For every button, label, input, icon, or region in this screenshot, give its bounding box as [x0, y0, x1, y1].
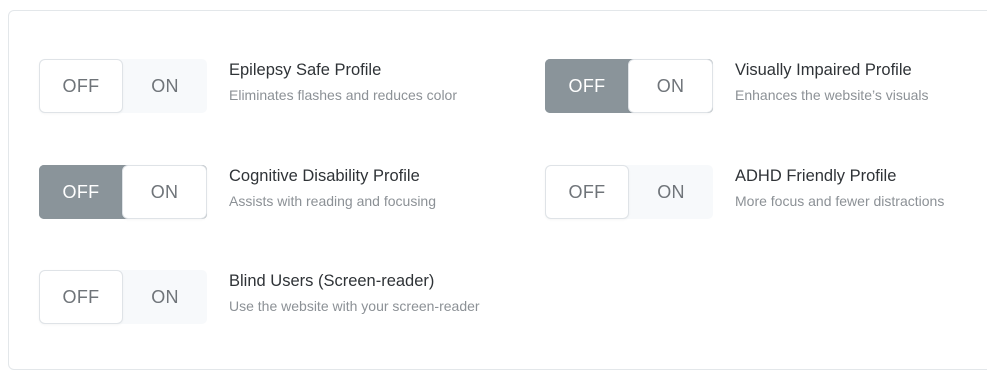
- profile-description: Enhances the website’s visuals: [735, 87, 929, 103]
- profile-description: Use the website with your screen-reader: [229, 298, 480, 314]
- visually-impaired-toggle[interactable]: OFF ON: [545, 59, 713, 113]
- cognitive-disability-on-button[interactable]: ON: [122, 165, 207, 219]
- profile-description: More focus and fewer distractions: [735, 193, 945, 209]
- cognitive-disability-toggle[interactable]: OFF ON: [39, 165, 207, 219]
- epilepsy-safe-on-button[interactable]: ON: [123, 59, 207, 113]
- accessibility-profiles-panel: OFF ON Epilepsy Safe Profile Eliminates …: [8, 10, 987, 370]
- cognitive-disability-label: Cognitive Disability Profile Assists wit…: [229, 165, 529, 210]
- profile-description: Eliminates flashes and reduces color: [229, 87, 458, 103]
- blind-users-label: Blind Users (Screen-reader) Use the webs…: [229, 270, 529, 315]
- epilepsy-safe-label: Epilepsy Safe Profile Eliminates flashes…: [229, 59, 529, 104]
- epilepsy-safe-toggle[interactable]: OFF ON: [39, 59, 207, 113]
- blind-users-on-button[interactable]: ON: [123, 270, 207, 324]
- epilepsy-safe-off-button[interactable]: OFF: [39, 59, 123, 113]
- profile-title: Blind Users (Screen-reader): [229, 272, 435, 290]
- blind-users-toggle[interactable]: OFF ON: [39, 270, 207, 324]
- adhd-friendly-off-button[interactable]: OFF: [545, 165, 629, 219]
- visually-impaired-off-button[interactable]: OFF: [545, 59, 629, 113]
- blind-users-off-button[interactable]: OFF: [39, 270, 123, 324]
- adhd-friendly-label: ADHD Friendly Profile More focus and few…: [735, 165, 987, 210]
- cognitive-disability-off-button[interactable]: OFF: [39, 165, 123, 219]
- profile-title: Cognitive Disability Profile: [229, 167, 420, 185]
- profile-title: Visually Impaired Profile: [735, 61, 912, 79]
- visually-impaired-label: Visually Impaired Profile Enhances the w…: [735, 59, 987, 104]
- adhd-friendly-on-button[interactable]: ON: [629, 165, 713, 219]
- visually-impaired-on-button[interactable]: ON: [628, 59, 713, 113]
- profile-title: Epilepsy Safe Profile: [229, 61, 382, 79]
- adhd-friendly-toggle[interactable]: OFF ON: [545, 165, 713, 219]
- profile-title: ADHD Friendly Profile: [735, 167, 897, 185]
- profile-description: Assists with reading and focusing: [229, 193, 436, 209]
